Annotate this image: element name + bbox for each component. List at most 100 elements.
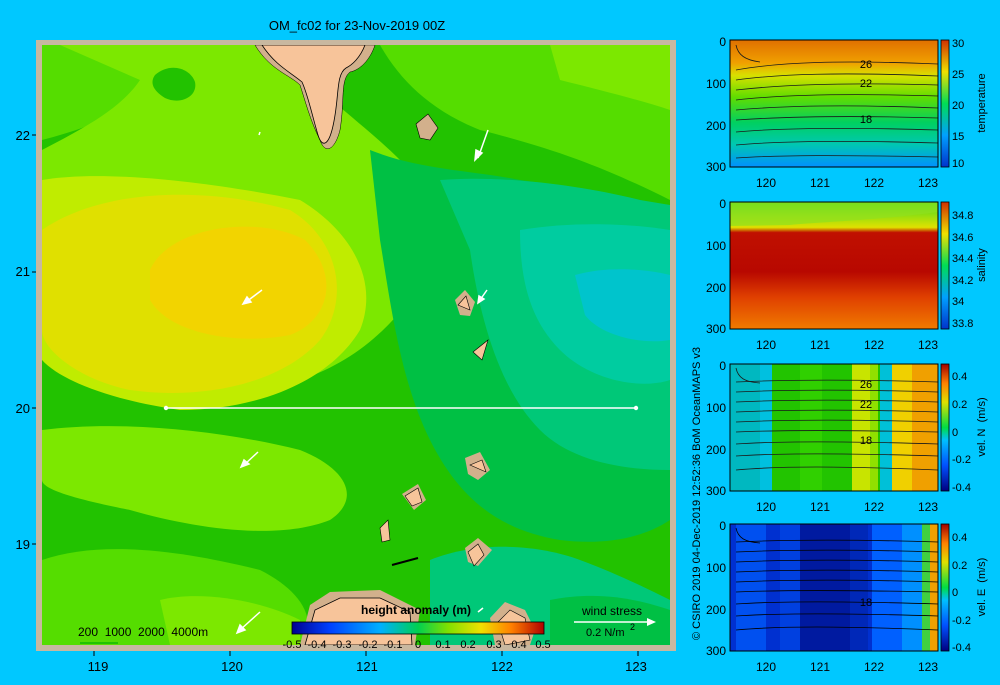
contour-label: 26 xyxy=(860,59,872,71)
lat-tick-label: 19 xyxy=(16,537,30,552)
depth-tick: 200 xyxy=(706,443,726,457)
section-lon-tick: 122 xyxy=(864,176,884,190)
colorbar-tick: 0.3 xyxy=(486,639,501,651)
depth-tick: 100 xyxy=(706,401,726,415)
section-cbar-tick: 34.4 xyxy=(952,253,973,265)
lat-axis: 22 21 20 19 xyxy=(16,128,30,552)
contour-label: 18 xyxy=(860,435,872,447)
depth-tick: 0 xyxy=(719,359,726,373)
section-cbar-tick: 0.4 xyxy=(952,371,967,383)
contour-label: 18 xyxy=(860,114,872,126)
section-lon-tick: 120 xyxy=(756,176,776,190)
colorbar-tick: -0.5 xyxy=(283,639,302,651)
wind-scale: 0.2 N/m xyxy=(586,627,625,639)
section-lon-tick: 123 xyxy=(918,660,938,674)
section-lon-tick: 123 xyxy=(918,176,938,190)
depth-tick: 100 xyxy=(706,77,726,91)
section-cbar-tick: 33.8 xyxy=(952,318,973,330)
colorbar-tick: 0.2 xyxy=(460,639,475,651)
depth-tick: 100 xyxy=(706,239,726,253)
colorbar-tick: 0.5 xyxy=(535,639,550,651)
contour-label: 26 xyxy=(860,379,872,391)
depth-tick: 100 xyxy=(706,561,726,575)
section-panel-salinity: salinity 34.8 34.6 34.4 34.2 34 33.8 0 1… xyxy=(706,197,988,352)
depth-tick: 200 xyxy=(706,603,726,617)
section-lon-tick: 122 xyxy=(864,500,884,514)
section-lon-tick: 121 xyxy=(810,176,830,190)
section-cbar-tick: -0.4 xyxy=(952,642,971,654)
section-lon-tick: 122 xyxy=(864,660,884,674)
depth-legend: 200 1000 2000 4000m xyxy=(78,625,208,639)
height-anomaly-field xyxy=(42,45,670,645)
section-cbar-tick: 25 xyxy=(952,69,964,81)
lon-tick-label: 123 xyxy=(625,659,647,674)
section-lon-tick: 123 xyxy=(918,338,938,352)
lon-tick-label: 119 xyxy=(88,659,109,674)
colorbar-tick: -0.1 xyxy=(384,639,403,651)
section-lon-tick: 120 xyxy=(756,500,776,514)
wind-scale-exponent: 2 xyxy=(630,622,635,632)
section-cbar-label: salinity xyxy=(976,248,988,282)
main-map xyxy=(36,40,676,651)
colorbar-label: height anomaly (m) xyxy=(361,603,471,617)
section-lon-tick: 120 xyxy=(756,660,776,674)
section-cbar-tick: 34.6 xyxy=(952,232,973,244)
section-cbar-tick: -0.2 xyxy=(952,615,971,627)
section-panel-vel-e: 18 vel. E (m/s) 0.4 0.2 0 -0.2 -0.4 0 10… xyxy=(706,519,988,674)
depth-tick: 0 xyxy=(719,35,726,49)
section-cbar-tick: -0.4 xyxy=(952,482,971,494)
credit-text: © CSIRO 2019 04-Dec-2019 12:52:36 BoM Oc… xyxy=(691,347,703,640)
section-cbar-tick: 0.4 xyxy=(952,532,967,544)
depth-tick: 300 xyxy=(706,644,726,658)
section-lon-tick: 123 xyxy=(918,500,938,514)
section-cbar-tick: 30 xyxy=(952,38,964,50)
section-lon-tick: 121 xyxy=(810,660,830,674)
lat-tick-label: 20 xyxy=(16,401,30,416)
lon-axis: 119 120 121 122 123 xyxy=(88,659,647,674)
lat-tick-label: 21 xyxy=(16,264,30,279)
colorbar-tick: 0.4 xyxy=(511,639,526,651)
lon-tick-label: 121 xyxy=(356,659,378,674)
section-cbar-tick: 15 xyxy=(952,131,964,143)
section-cbar-tick: -0.2 xyxy=(952,454,971,466)
contour-label: 22 xyxy=(860,399,872,411)
section-panel-vel-n: 26 22 18 vel. N (m/s) 0.4 0.2 0 -0.2 -0.… xyxy=(706,359,988,514)
colorbar-tick: 0 xyxy=(415,639,421,651)
lon-tick-label: 120 xyxy=(221,659,243,674)
section-cbar-label: vel. E (m/s) xyxy=(976,558,988,617)
colorbar-tick: 0.1 xyxy=(435,639,450,651)
lat-tick-label: 22 xyxy=(16,128,30,143)
colorbar-tick: -0.2 xyxy=(359,639,378,651)
colorbar-tick: -0.3 xyxy=(333,639,352,651)
section-cbar-tick: 0.2 xyxy=(952,560,967,572)
section-cbar-tick: 34 xyxy=(952,296,964,308)
ocean-forecast-figure: OM_fc02 for 23-Nov-2019 00Z 22 21 20 19 … xyxy=(0,0,1000,680)
section-cbar-tick: 0 xyxy=(952,427,958,439)
section-cbar-tick: 0.2 xyxy=(952,399,967,411)
depth-tick: 0 xyxy=(719,197,726,211)
wind-label: wind stress xyxy=(581,604,642,618)
section-panel-temperature: 26 22 18 temperature 30 25 20 15 10 0 10… xyxy=(706,35,988,190)
section-lon-tick: 120 xyxy=(756,338,776,352)
depth-tick: 200 xyxy=(706,119,726,133)
contour-label: 22 xyxy=(860,78,872,90)
section-cbar-tick: 20 xyxy=(952,100,964,112)
section-cbar-label: vel. N (m/s) xyxy=(976,397,988,456)
section-cbar-label: temperature xyxy=(976,73,988,132)
section-cbar-tick: 34.2 xyxy=(952,275,973,287)
section-lon-tick: 121 xyxy=(810,338,830,352)
depth-tick: 300 xyxy=(706,322,726,336)
contour-label: 18 xyxy=(860,597,872,609)
section-cbar-tick: 0 xyxy=(952,587,958,599)
depth-tick: 200 xyxy=(706,281,726,295)
map-title: OM_fc02 for 23-Nov-2019 00Z xyxy=(269,18,445,33)
lon-tick-label: 122 xyxy=(491,659,513,674)
colorbar-tick: -0.4 xyxy=(308,639,327,651)
depth-tick: 300 xyxy=(706,160,726,174)
section-lon-tick: 122 xyxy=(864,338,884,352)
depth-tick: 0 xyxy=(719,519,726,533)
section-cbar-tick: 34.8 xyxy=(952,210,973,222)
section-lon-tick: 121 xyxy=(810,500,830,514)
figure-canvas: OM_fc02 for 23-Nov-2019 00Z 22 21 20 19 … xyxy=(16,18,988,674)
section-cbar-tick: 10 xyxy=(952,158,964,170)
